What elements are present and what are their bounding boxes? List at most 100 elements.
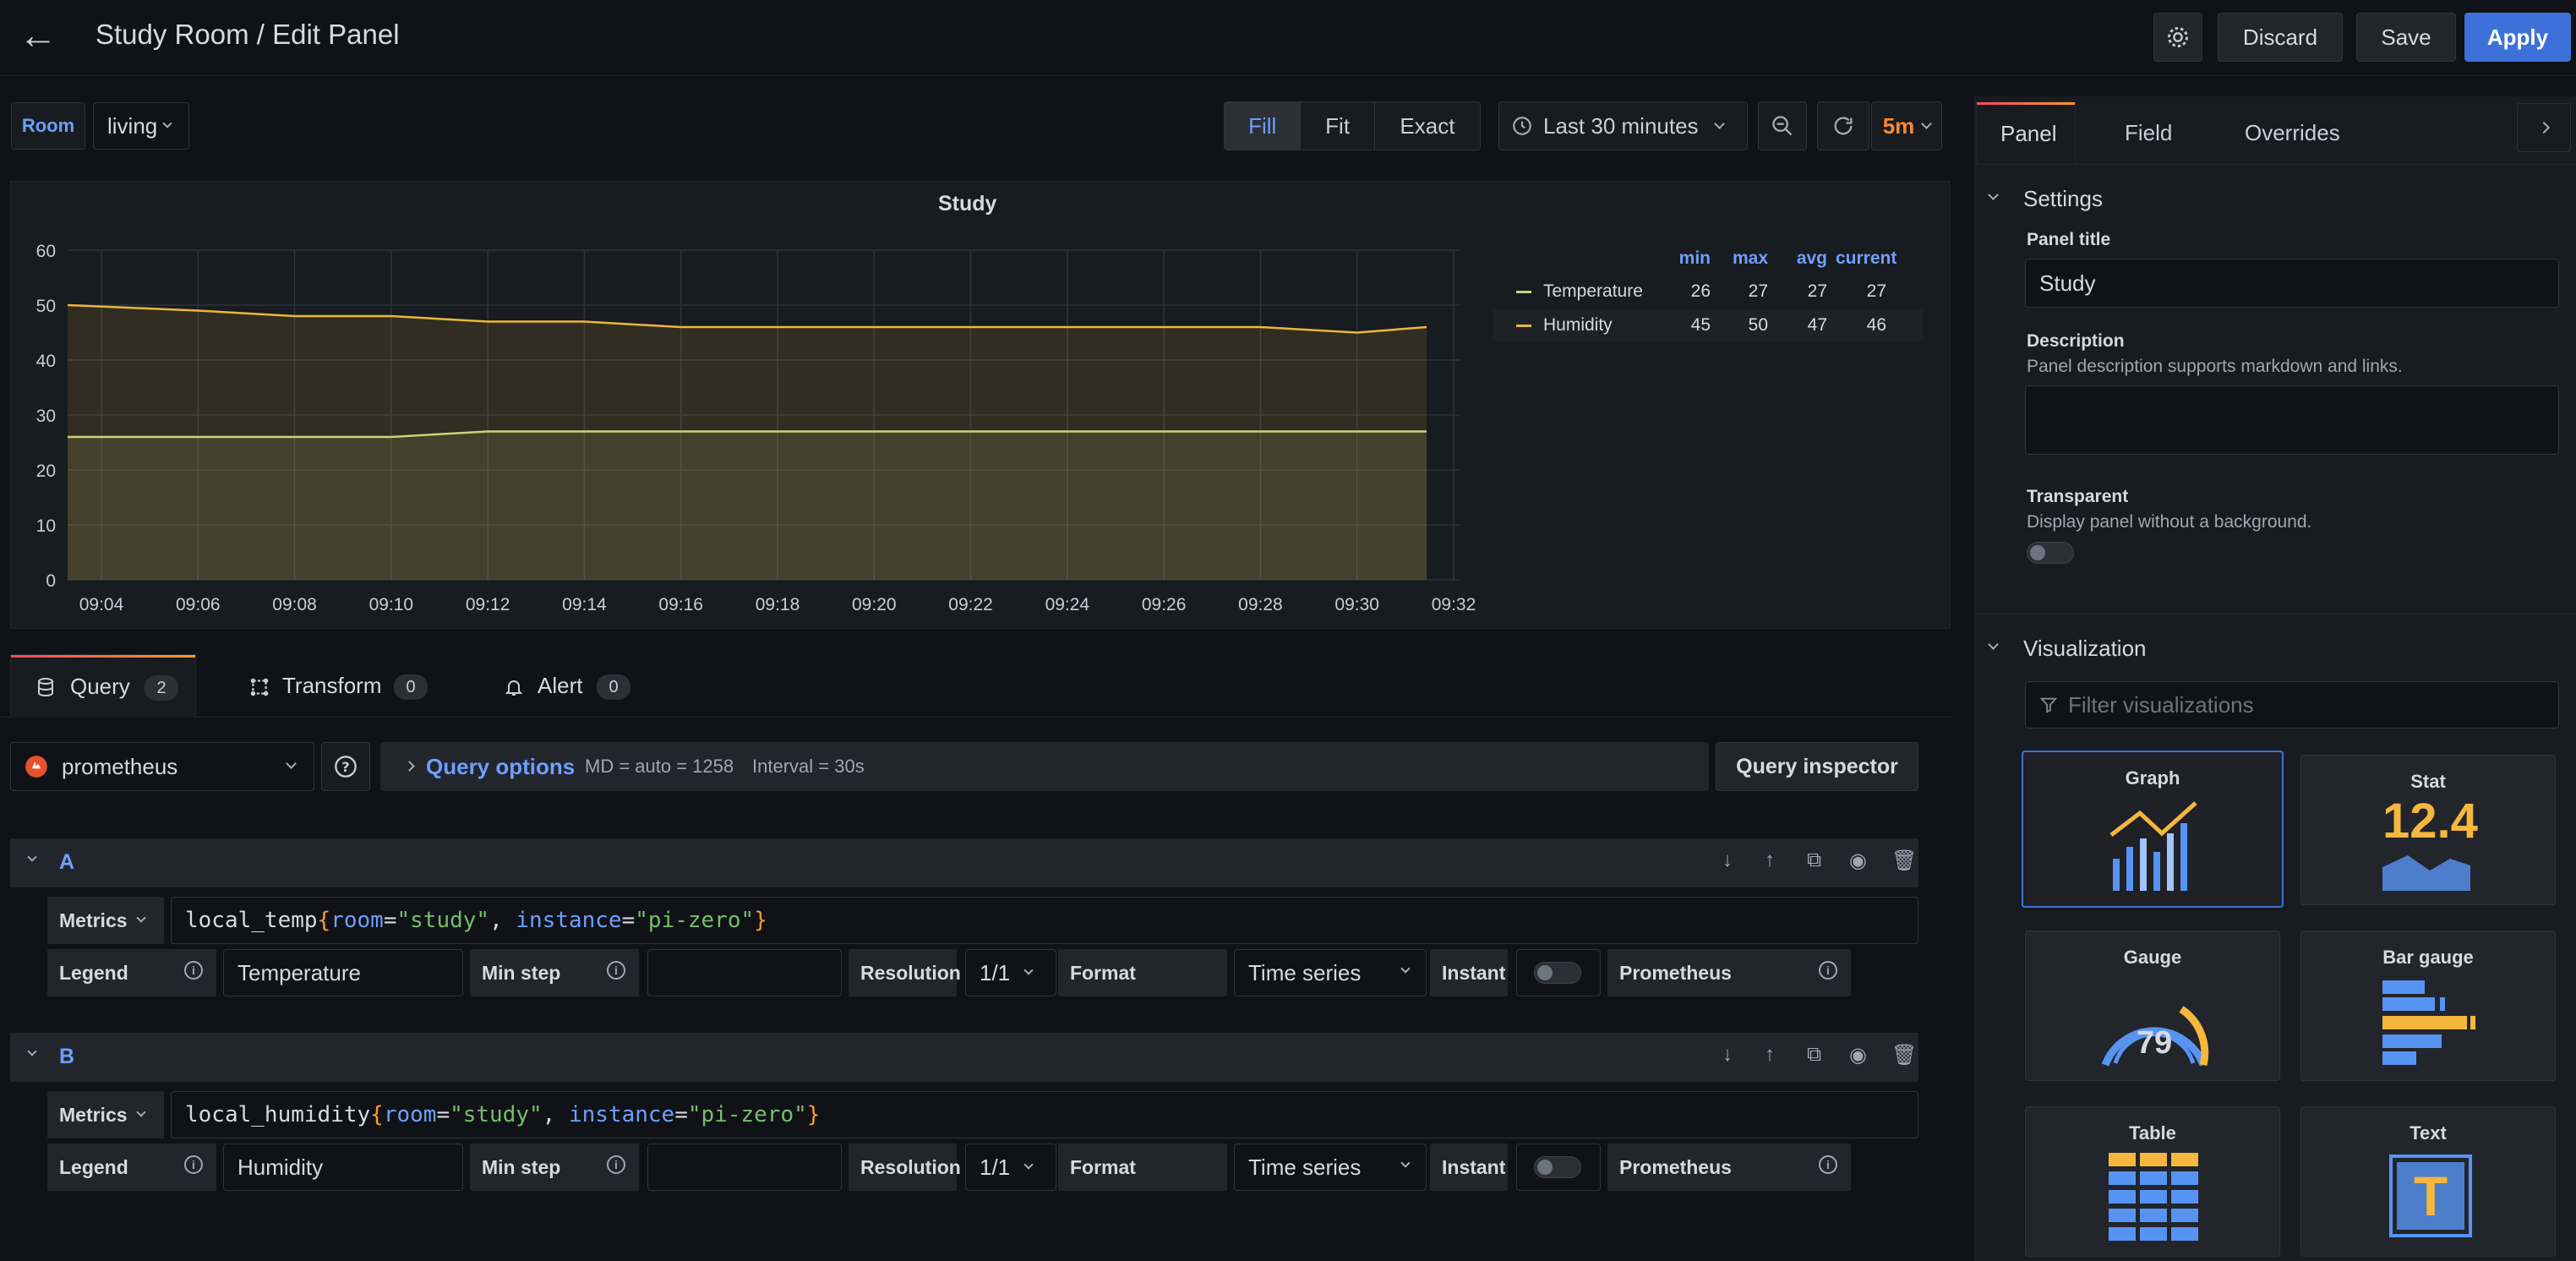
tab-field[interactable]: Field (2125, 120, 2172, 146)
chevron-down-icon (1023, 965, 1034, 975)
discard-button[interactable]: Discard (2218, 13, 2343, 62)
page-title: Study Room / Edit Panel (96, 19, 400, 50)
eye-icon[interactable]: ◉ (1849, 1043, 1867, 1067)
y-tick-label: 50 (36, 297, 56, 316)
filter-visualizations-input[interactable]: Filter visualizations (2025, 681, 2559, 729)
settings-gear-button[interactable] (2153, 13, 2202, 62)
format-select[interactable]: Time series (1234, 1144, 1427, 1191)
viz-text[interactable]: Text T (2300, 1106, 2556, 1257)
instant-toggle[interactable] (1534, 962, 1581, 984)
table-viz-icon (2109, 1153, 2198, 1241)
x-tick-label: 09:12 (466, 595, 510, 614)
query-options-md: MD = auto = 1258 (585, 756, 734, 777)
min-step-input[interactable] (647, 949, 842, 996)
legend-stat-value: 47 (1807, 315, 1827, 335)
chevron-down-icon[interactable] (27, 852, 37, 862)
legend-series-swatch (1516, 291, 1531, 293)
view-mode-fill[interactable]: Fill (1225, 102, 1301, 150)
datasource-select[interactable]: prometheus (10, 742, 314, 791)
query-options-interval: Interval = 30s (752, 756, 865, 777)
apply-button[interactable]: Apply (2464, 13, 2571, 62)
tab-active-indicator (11, 655, 195, 658)
transparent-help: Display panel without a background. (2027, 512, 2312, 532)
metrics-query-input[interactable]: local_humidity{room = "study", instance = "p… (171, 1091, 1918, 1138)
info-icon[interactable]: i (184, 1155, 203, 1174)
legend-header-max[interactable]: max (1717, 248, 1768, 269)
legend-row-humidity[interactable]: Humidity 45 50 47 46 (1493, 309, 1924, 341)
viz-bar-gauge[interactable]: Bar gauge (2300, 931, 2556, 1081)
metrics-label[interactable]: Metrics (47, 1091, 164, 1138)
x-tick-label: 09:10 (369, 595, 414, 614)
legend-header-current[interactable]: current (1836, 248, 1897, 269)
legend-input[interactable]: Humidity (223, 1144, 463, 1191)
back-arrow-icon[interactable]: ← (19, 12, 57, 57)
legend-header-min[interactable]: min (1660, 248, 1711, 269)
save-button[interactable]: Save (2356, 13, 2456, 62)
transform-icon (250, 678, 269, 696)
legend-row-temperature[interactable]: Temperature 26 27 27 27 (1493, 276, 1924, 308)
arrow-down-icon[interactable]: ↓ (1722, 849, 1733, 872)
tab-panel[interactable]: Panel (1976, 101, 2076, 164)
tab-active-indicator (1977, 102, 2075, 105)
refresh-interval-select[interactable]: 5m (1871, 101, 1942, 150)
query-ref-id[interactable]: B (59, 1045, 74, 1069)
gear-icon (2168, 27, 2188, 47)
query-help-button[interactable]: ? (321, 742, 370, 791)
info-icon[interactable]: i (184, 961, 203, 980)
info-icon[interactable]: i (1819, 1155, 1837, 1174)
trash-icon[interactable]: 🗑 (1891, 849, 1917, 873)
tab-transform[interactable]: Transform 0 (245, 654, 448, 718)
arrow-up-icon[interactable]: ↑ (1765, 849, 1775, 872)
panel-title-input[interactable]: Study (2025, 259, 2559, 308)
arrow-down-icon[interactable]: ↓ (1722, 1043, 1733, 1067)
instant-toggle[interactable] (1534, 1156, 1581, 1178)
humidity-series-area (68, 305, 1427, 580)
view-mode-fit[interactable]: Fit (1300, 102, 1373, 150)
room-variable-select[interactable]: living (93, 102, 189, 150)
info-icon[interactable]: i (607, 961, 625, 980)
resolution-select[interactable]: 1/1 (965, 949, 1056, 996)
info-icon[interactable]: i (607, 1155, 625, 1174)
tab-overrides[interactable]: Overrides (2245, 120, 2340, 146)
info-icon[interactable]: i (1819, 961, 1837, 980)
refresh-button[interactable] (1817, 101, 1869, 150)
viz-graph[interactable]: Graph (2022, 751, 2284, 908)
min-step-input[interactable] (647, 1144, 842, 1191)
x-tick-label: 09:06 (176, 595, 221, 614)
query-row-header[interactable]: A (10, 838, 1918, 887)
description-textarea[interactable] (2025, 385, 2559, 455)
viz-stat[interactable]: Stat 12.4 (2300, 755, 2556, 905)
resolution-select[interactable]: 1/1 (965, 1144, 1056, 1191)
transparent-toggle[interactable] (2027, 542, 2074, 564)
query-options-bar[interactable]: Query options MD = auto = 1258 Interval … (380, 742, 1709, 791)
viz-table[interactable]: Table (2025, 1106, 2280, 1257)
x-tick-label: 09:14 (562, 595, 607, 614)
query-row-header[interactable]: B (10, 1033, 1918, 1082)
visualization-section-title[interactable]: Visualization (2023, 636, 2147, 662)
metrics-query-input[interactable]: local_temp{room = "study", instance = "pi-ze… (171, 897, 1918, 944)
tab-query[interactable]: Query 2 (10, 654, 196, 718)
tab-alert[interactable]: Alert 0 (500, 654, 669, 718)
query-inspector-button[interactable]: Query inspector (1716, 742, 1918, 791)
metrics-label[interactable]: Metrics (47, 897, 164, 944)
time-range-picker[interactable]: Last 30 minutes (1498, 101, 1748, 150)
format-select[interactable]: Time series (1234, 949, 1427, 996)
eye-icon[interactable]: ◉ (1849, 849, 1867, 873)
copy-icon[interactable]: ⧉ (1807, 849, 1821, 872)
legend-header-avg[interactable]: avg (1776, 248, 1827, 269)
collapse-sidebar-button[interactable] (2517, 103, 2571, 152)
view-mode-exact[interactable]: Exact (1373, 102, 1480, 150)
legend-input[interactable]: Temperature (223, 949, 463, 996)
x-tick-label: 09:16 (658, 595, 703, 614)
arrow-up-icon[interactable]: ↑ (1765, 1043, 1775, 1067)
copy-icon[interactable]: ⧉ (1807, 1043, 1821, 1067)
filter-icon (2039, 697, 2058, 713)
x-tick-label: 09:32 (1432, 595, 1476, 614)
zoom-out-button[interactable] (1758, 101, 1807, 150)
query-ref-id[interactable]: A (59, 850, 74, 875)
viz-gauge[interactable]: Gauge 79 (2025, 931, 2280, 1081)
settings-section-title[interactable]: Settings (2023, 186, 2103, 212)
chevron-down-icon (1023, 1160, 1034, 1170)
chevron-down-icon[interactable] (27, 1046, 37, 1056)
trash-icon[interactable]: 🗑 (1891, 1043, 1917, 1067)
